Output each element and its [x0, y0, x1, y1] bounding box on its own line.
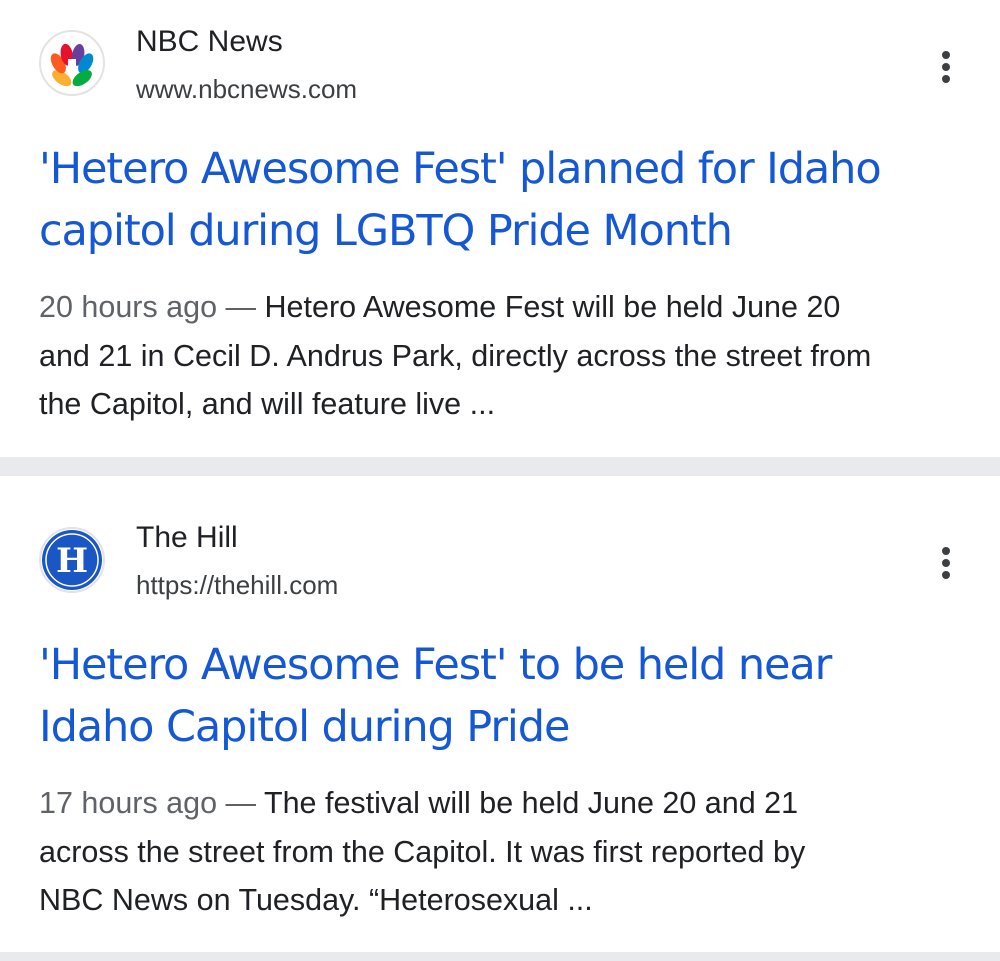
more-options-button[interactable]	[926, 541, 966, 585]
title-line: Idaho Capitol during Pride	[39, 702, 570, 752]
source-name[interactable]: The Hill	[136, 520, 238, 556]
snippet-line: The festival will be held June 20 and 21	[263, 786, 799, 820]
title-line: 'Hetero Awesome Fest' to be held near	[39, 640, 832, 690]
snippet-line: NBC News on Tuesday. “Heterosexual ...	[39, 883, 593, 917]
separator: —	[217, 786, 264, 820]
result-snippet: 17 hours ago — The festival will be held…	[39, 779, 974, 925]
result-age: 17 hours ago	[39, 786, 218, 820]
the-hill-logo-icon: H	[39, 527, 105, 593]
search-result-card: H The Hill https://thehill.com 'Hetero A…	[0, 0, 1000, 961]
search-results-page: NBC News www.nbcnews.com 'Hetero Awesome…	[0, 0, 1000, 961]
result-title-link[interactable]: 'Hetero Awesome Fest' to be held near Id…	[39, 634, 969, 758]
source-url[interactable]: https://thehill.com	[136, 569, 338, 601]
snippet-line: across the street from the Capitol. It w…	[39, 834, 806, 869]
more-vert-icon	[942, 547, 950, 555]
svg-text:H: H	[56, 541, 88, 581]
result-divider	[0, 952, 1000, 961]
